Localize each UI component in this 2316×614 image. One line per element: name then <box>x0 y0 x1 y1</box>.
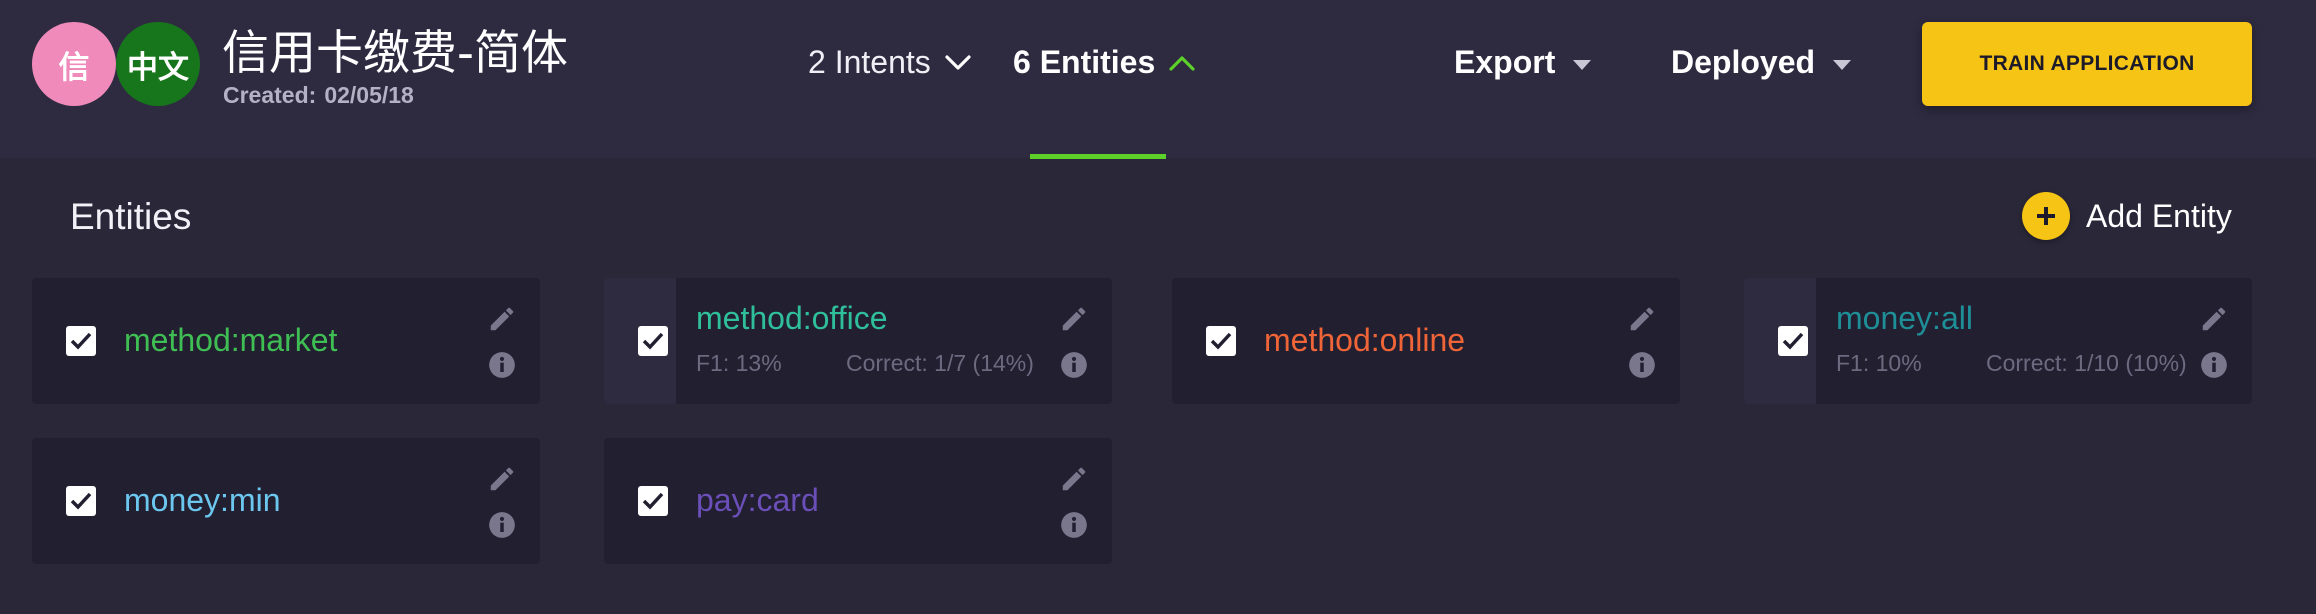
train-application-button[interactable]: TRAIN APPLICATION <box>1922 22 2252 106</box>
f1-score: F1: 13% <box>696 350 782 376</box>
entity-checkbox[interactable] <box>1778 326 1808 356</box>
checkmark-icon <box>642 332 664 350</box>
chevron-up-icon <box>1169 55 1195 71</box>
language-avatar-xin: 信 <box>32 22 116 106</box>
deployed-label: Deployed <box>1671 44 1816 80</box>
entity-name[interactable]: money:all <box>1836 300 1973 337</box>
info-icon[interactable] <box>488 511 516 539</box>
add-entity-label: Add Entity <box>2086 197 2232 234</box>
entity-checkbox[interactable] <box>66 486 96 516</box>
entity-card-method-market: method:market <box>32 278 540 404</box>
entity-stats: F1: 13% Correct: 1/7 (14%) <box>696 350 1034 377</box>
pencil-icon[interactable] <box>1627 304 1657 334</box>
chevron-down-icon <box>945 54 971 70</box>
add-entity-button[interactable]: Add Entity <box>2022 192 2232 240</box>
pencil-icon[interactable] <box>2199 304 2229 334</box>
entity-name[interactable]: method:office <box>696 300 888 337</box>
checkmark-icon <box>70 332 92 350</box>
checkmark-icon <box>642 492 664 510</box>
export-dropdown[interactable]: Export <box>1454 44 1592 81</box>
plus-icon <box>2022 192 2070 240</box>
deployed-dropdown[interactable]: Deployed <box>1671 44 1852 81</box>
entity-card-money-all: money:all F1: 10% Correct: 1/10 (10%) <box>1744 278 2252 404</box>
entity-checkbox[interactable] <box>638 486 668 516</box>
entity-name[interactable]: pay:card <box>696 482 819 519</box>
section-title: Entities <box>70 196 192 237</box>
caret-down-icon <box>1573 59 1592 70</box>
app-created: Created: 02/05/18 <box>223 82 414 109</box>
info-icon[interactable] <box>488 351 516 379</box>
entity-name[interactable]: money:min <box>124 482 281 519</box>
correct-count: Correct: 1/10 (10%) <box>1986 350 2187 376</box>
entity-checkbox[interactable] <box>1206 326 1236 356</box>
app-title: 信用卡缴费-简体 <box>222 26 568 81</box>
active-tab-indicator <box>1030 154 1166 159</box>
info-icon[interactable] <box>1060 511 1088 539</box>
f1-score: F1: 10% <box>1836 350 1922 376</box>
pencil-icon[interactable] <box>487 464 517 494</box>
entity-stats: F1: 10% Correct: 1/10 (10%) <box>1836 350 2187 377</box>
checkmark-icon <box>1782 332 1804 350</box>
entity-card-money-min: money:min <box>32 438 540 564</box>
created-date: 02/05/18 <box>324 82 414 108</box>
export-label: Export <box>1454 44 1556 80</box>
info-icon[interactable] <box>2200 351 2228 379</box>
entity-card-method-office: method:office F1: 13% Correct: 1/7 (14%) <box>604 278 1112 404</box>
entity-checkbox[interactable] <box>638 326 668 356</box>
correct-count: Correct: 1/7 (14%) <box>846 350 1034 376</box>
pencil-icon[interactable] <box>1059 304 1089 334</box>
checkmark-icon <box>1210 332 1232 350</box>
app-header: 信 中文 信用卡缴费-简体 Created: 02/05/18 2 Intent… <box>0 0 2316 159</box>
pencil-icon[interactable] <box>1059 464 1089 494</box>
entity-name[interactable]: method:market <box>124 322 337 359</box>
created-label: Created: <box>223 82 317 108</box>
entity-card-method-online: method:online <box>1172 278 1680 404</box>
checkmark-icon <box>70 492 92 510</box>
tab-entities[interactable]: 6 Entities <box>1013 44 1195 81</box>
info-icon[interactable] <box>1628 351 1656 379</box>
entity-card-pay-card: pay:card <box>604 438 1112 564</box>
pencil-icon[interactable] <box>487 304 517 334</box>
entity-name[interactable]: method:online <box>1264 322 1465 359</box>
entity-checkbox[interactable] <box>66 326 96 356</box>
caret-down-icon <box>1833 59 1852 70</box>
language-avatar-chinese: 中文 <box>116 22 200 106</box>
tab-entities-label: 6 Entities <box>1013 44 1156 80</box>
tab-intents-label: 2 Intents <box>808 44 931 80</box>
tab-intents[interactable]: 2 Intents <box>808 44 971 81</box>
info-icon[interactable] <box>1060 351 1088 379</box>
